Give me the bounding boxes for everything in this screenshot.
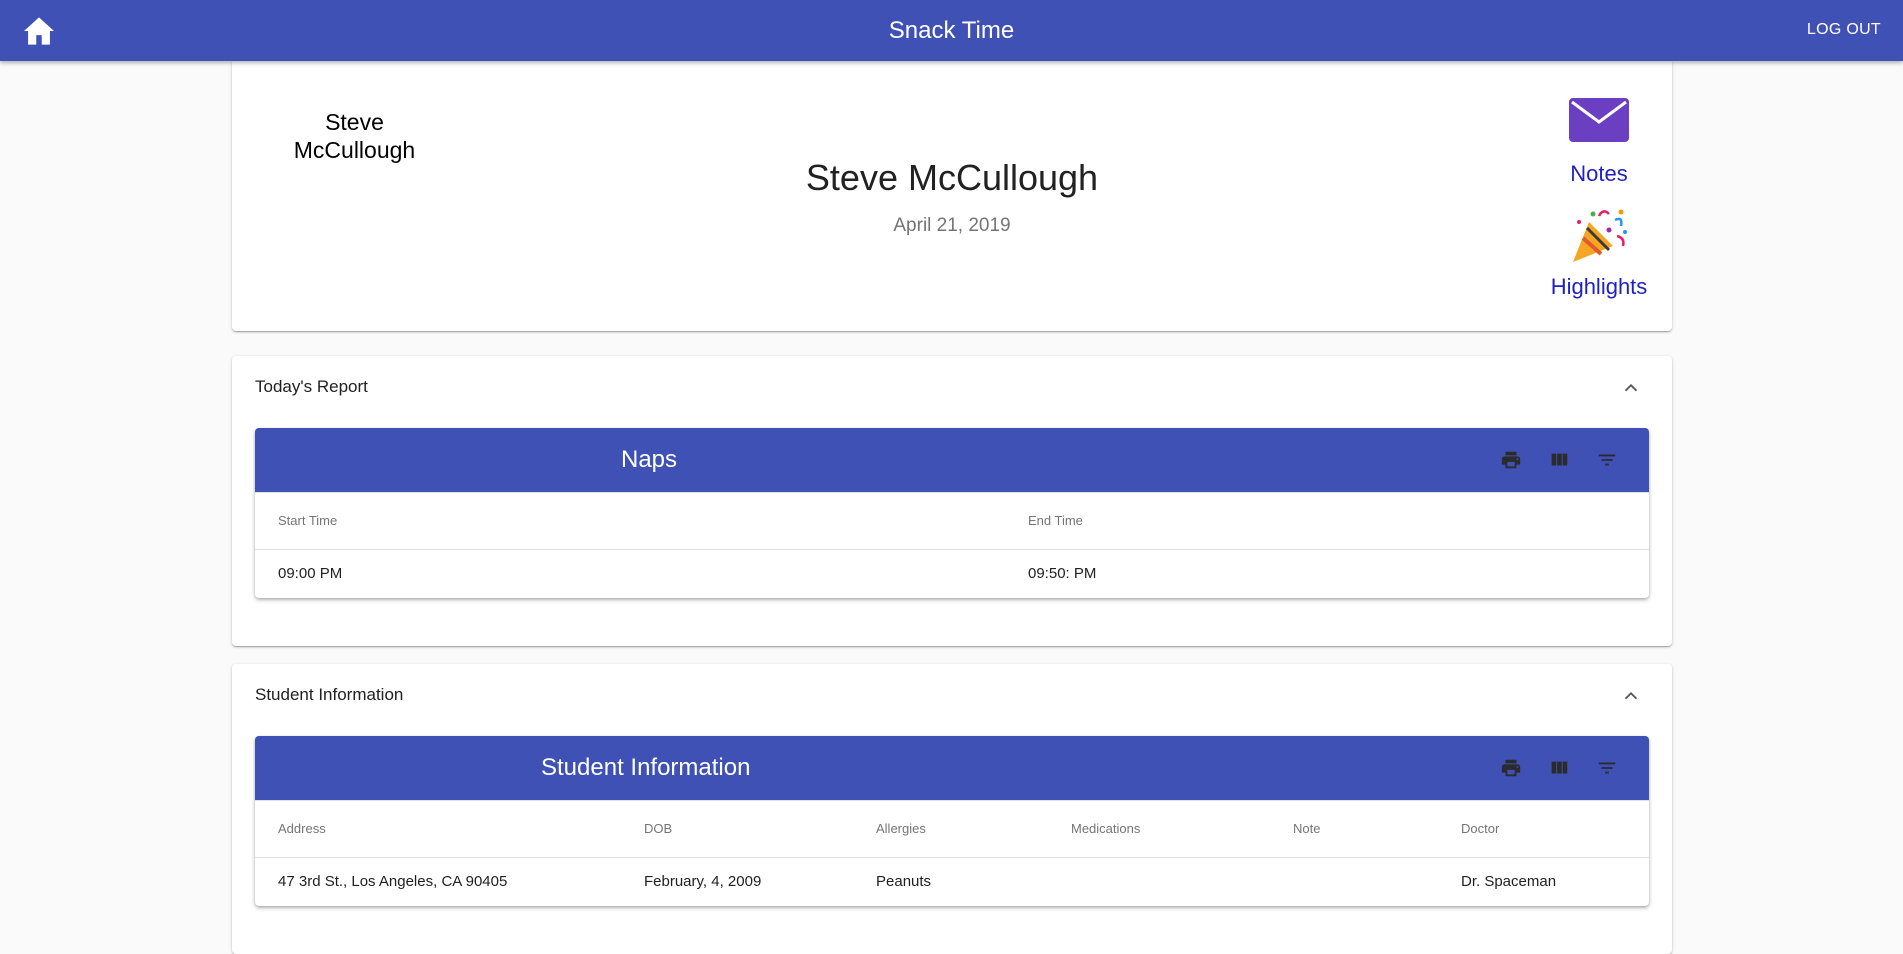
student-information-heading[interactable]: Student Information bbox=[255, 685, 403, 705]
logout-button[interactable]: LOG OUT bbox=[1807, 17, 1881, 43]
naps-table: Naps Start Time End Time 09:00 PM 09:50:… bbox=[255, 428, 1649, 598]
profile-card: Steve McCullough Steve McCullough April … bbox=[232, 61, 1672, 331]
cell-start-time: 09:00 PM bbox=[278, 565, 343, 582]
print-icon bbox=[1501, 451, 1521, 469]
app-bar: Snack Time LOG OUT bbox=[0, 0, 1903, 61]
print-button[interactable] bbox=[1499, 448, 1523, 472]
naps-table-title: Naps bbox=[621, 446, 678, 473]
cell-address: 47 3rd St., Los Angeles, CA 90405 bbox=[278, 873, 508, 890]
app-title: Snack Time bbox=[888, 17, 1015, 44]
chevron-up-icon[interactable] bbox=[1620, 685, 1642, 707]
student-information-table: Student Information Address DOB Allergie… bbox=[255, 736, 1649, 906]
column-header-start-time[interactable]: Start Time bbox=[278, 493, 337, 549]
filter-icon bbox=[1598, 762, 1616, 774]
notes-label: Notes bbox=[1570, 161, 1628, 186]
column-header-doctor[interactable]: Doctor bbox=[1461, 801, 1499, 857]
naps-table-header: Start Time End Time bbox=[255, 492, 1649, 549]
party-popper-icon bbox=[1573, 209, 1627, 262]
column-header-address[interactable]: Address bbox=[278, 801, 326, 857]
student-information-table-title: Student Information bbox=[541, 754, 751, 781]
notes-link[interactable]: Notes bbox=[1529, 98, 1669, 187]
envelope-icon bbox=[1569, 98, 1629, 142]
cell-doctor: Dr. Spaceman bbox=[1461, 873, 1557, 890]
filter-button[interactable] bbox=[1595, 448, 1619, 472]
cell-dob: February, 4, 2009 bbox=[644, 873, 762, 890]
view-column-icon bbox=[1551, 761, 1568, 774]
chevron-up-icon[interactable] bbox=[1620, 377, 1642, 399]
print-button[interactable] bbox=[1499, 756, 1523, 780]
avatar-name: Steve McCullough bbox=[293, 109, 416, 163]
filter-icon bbox=[1598, 454, 1616, 466]
column-header-note[interactable]: Note bbox=[1293, 801, 1320, 857]
todays-report-heading[interactable]: Today's Report bbox=[255, 377, 368, 397]
column-header-medications[interactable]: Medications bbox=[1071, 801, 1140, 857]
todays-report-panel: Today's Report Naps Start Time End Time bbox=[232, 356, 1672, 646]
cell-allergies: Peanuts bbox=[876, 873, 932, 890]
column-header-dob[interactable]: DOB bbox=[644, 801, 672, 857]
view-column-icon bbox=[1551, 453, 1568, 466]
table-row[interactable]: 09:00 PM 09:50: PM bbox=[255, 549, 1649, 598]
student-information-toolbar: Student Information bbox=[255, 736, 1649, 800]
table-row[interactable]: 47 3rd St., Los Angeles, CA 90405 Februa… bbox=[255, 857, 1649, 906]
print-icon bbox=[1501, 759, 1521, 777]
student-information-table-header: Address DOB Allergies Medications Note D… bbox=[255, 800, 1649, 857]
column-header-end-time[interactable]: End Time bbox=[1028, 493, 1083, 549]
report-date: April 21, 2019 bbox=[893, 215, 1011, 236]
view-columns-button[interactable] bbox=[1547, 756, 1571, 780]
filter-button[interactable] bbox=[1595, 756, 1619, 780]
student-information-panel: Student Information Student Information … bbox=[232, 664, 1672, 954]
student-name: Steve McCullough bbox=[805, 157, 1099, 198]
highlights-label: Highlights bbox=[1550, 274, 1648, 299]
highlights-link[interactable]: Highlights bbox=[1529, 208, 1669, 300]
column-header-allergies[interactable]: Allergies bbox=[876, 801, 926, 857]
naps-table-toolbar: Naps bbox=[255, 428, 1649, 492]
view-columns-button[interactable] bbox=[1547, 448, 1571, 472]
cell-end-time: 09:50: PM bbox=[1028, 565, 1097, 582]
